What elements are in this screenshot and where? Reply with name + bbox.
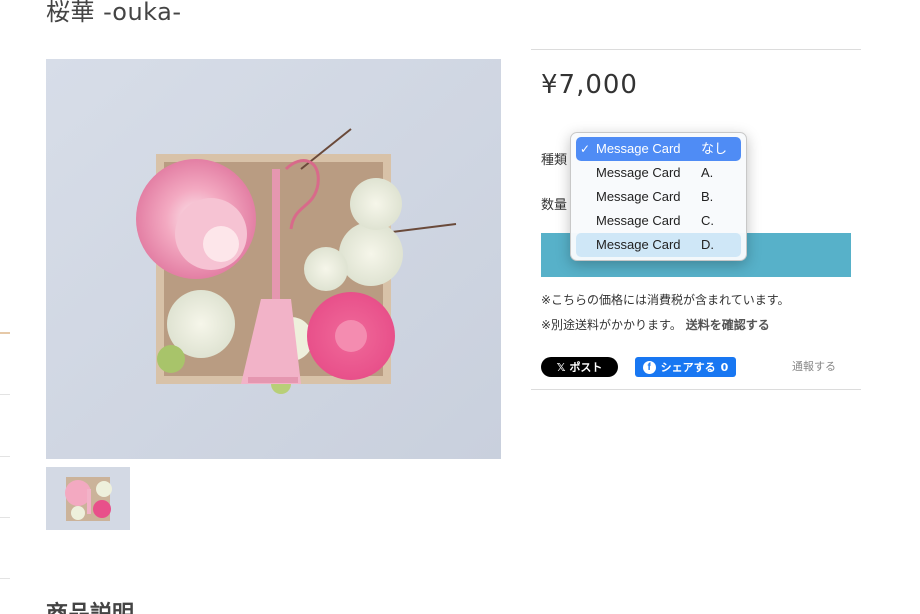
option-name: Message Card (596, 213, 681, 228)
product-thumbnail[interactable] (46, 467, 130, 530)
dropdown-option-b[interactable]: Message Card B. (576, 185, 741, 209)
option-suffix: D. (701, 237, 714, 252)
left-edge-divider (0, 456, 10, 457)
product-price: ¥7,000 (541, 70, 638, 100)
left-edge-divider (0, 332, 10, 334)
option-suffix: なし (701, 141, 728, 156)
tax-note: ※こちらの価格には消費税が含まれています。 (541, 293, 790, 307)
divider (531, 49, 861, 50)
option-name: Message Card (596, 189, 681, 204)
facebook-share-count: 0 (720, 360, 729, 374)
option-name: Message Card (596, 165, 681, 180)
quantity-label: 数量 (541, 198, 568, 213)
report-link[interactable]: 通報する (792, 358, 836, 374)
shipping-note: ※別途送料がかかります。 送料を確認する (541, 316, 770, 333)
facebook-logo-icon: f (642, 360, 656, 374)
x-post-label: ポスト (569, 361, 603, 374)
facebook-share-label: シェアする (660, 361, 716, 374)
divider (531, 389, 861, 390)
dropdown-option-a[interactable]: Message Card A. (576, 161, 741, 185)
product-title: 桜華 -ouka- (46, 0, 182, 26)
option-suffix: C. (701, 213, 714, 228)
facebook-share-button[interactable]: f シェアする 0 (635, 357, 736, 377)
x-post-button[interactable]: 𝕏 ポスト (541, 357, 618, 377)
option-name: Message Card (596, 141, 681, 156)
left-edge-divider (0, 578, 10, 579)
type-label: 種類 (541, 153, 568, 168)
option-name: Message Card (596, 237, 681, 252)
dropdown-option-c[interactable]: Message Card C. (576, 209, 741, 233)
shipping-note-text: ※別途送料がかかります。 (541, 318, 682, 332)
product-main-image[interactable] (46, 59, 501, 459)
left-edge-divider (0, 394, 10, 395)
x-logo-icon: 𝕏 (556, 360, 566, 374)
dropdown-option-none[interactable]: ✓ Message Card なし (576, 137, 741, 161)
left-edge-divider (0, 517, 10, 518)
message-card-dropdown[interactable]: ✓ Message Card なし Message Card A. Messag… (570, 132, 747, 261)
shipping-cost-link[interactable]: 送料を確認する (686, 318, 770, 332)
dropdown-option-d[interactable]: Message Card D. (576, 233, 741, 257)
product-description-heading: 商品説明 (46, 596, 134, 614)
checkmark-icon: ✓ (580, 142, 591, 156)
option-suffix: B. (701, 189, 714, 204)
option-suffix: A. (701, 165, 714, 180)
